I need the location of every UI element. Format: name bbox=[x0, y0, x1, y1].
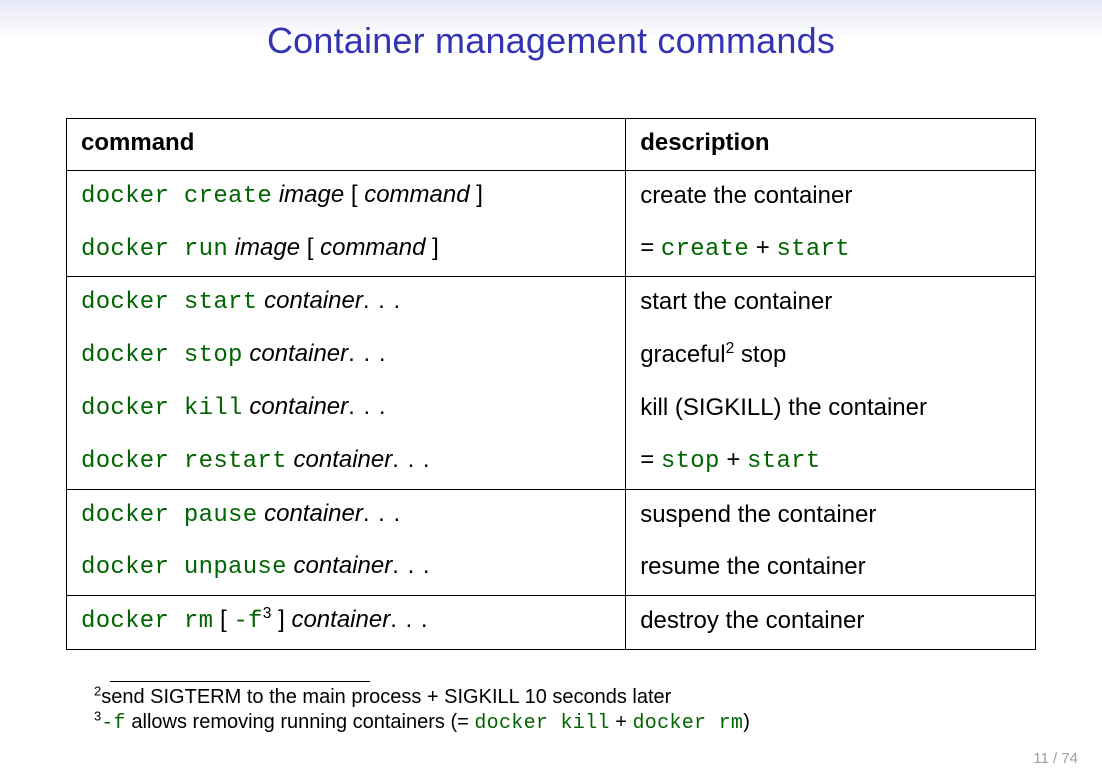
col-header-description: description bbox=[626, 119, 1036, 171]
description-cell: destroy the container bbox=[626, 596, 1036, 650]
footnote-rule bbox=[110, 681, 370, 682]
description-cell: kill (SIGKILL) the container bbox=[626, 383, 1036, 436]
table-row: docker run image [ command ]= create + s… bbox=[67, 224, 1036, 277]
command-cell: docker kill container. . . bbox=[67, 383, 626, 436]
page-number: 11 / 74 bbox=[1033, 750, 1078, 767]
table-row: docker start container. . .start the con… bbox=[67, 277, 1036, 330]
slide-title: Container management commands bbox=[60, 20, 1042, 62]
table-row: docker rm [ -f3 ] container. . .destroy … bbox=[67, 596, 1036, 650]
table-row: docker kill container. . .kill (SIGKILL)… bbox=[67, 383, 1036, 436]
table-row: docker pause container. . .suspend the c… bbox=[67, 489, 1036, 542]
command-cell: docker rm [ -f3 ] container. . . bbox=[67, 596, 626, 650]
command-cell: docker create image [ command ] bbox=[67, 170, 626, 223]
command-cell: docker run image [ command ] bbox=[67, 224, 626, 277]
command-cell: docker restart container. . . bbox=[67, 436, 626, 489]
command-cell: docker pause container. . . bbox=[67, 489, 626, 542]
description-cell: graceful2 stop bbox=[626, 330, 1036, 383]
description-cell: = create + start bbox=[626, 224, 1036, 277]
command-cell: docker stop container. . . bbox=[67, 330, 626, 383]
col-header-command: command bbox=[67, 119, 626, 171]
command-cell: docker unpause container. . . bbox=[67, 542, 626, 595]
table-row: docker restart container. . .= stop + st… bbox=[67, 436, 1036, 489]
command-cell: docker start container. . . bbox=[67, 277, 626, 330]
table-row: docker unpause container. . .resume the … bbox=[67, 542, 1036, 595]
table-row: docker create image [ command ]create th… bbox=[67, 170, 1036, 223]
description-cell: start the container bbox=[626, 277, 1036, 330]
description-cell: resume the container bbox=[626, 542, 1036, 595]
footnotes: 2send SIGTERM to the main process + SIGK… bbox=[70, 681, 1042, 737]
footnote-2: 2send SIGTERM to the main process + SIGK… bbox=[70, 686, 1042, 709]
description-cell: = stop + start bbox=[626, 436, 1036, 489]
table-row: docker stop container. . .graceful2 stop bbox=[67, 330, 1036, 383]
description-cell: suspend the container bbox=[626, 489, 1036, 542]
commands-table: command description docker create image … bbox=[66, 118, 1036, 650]
description-cell: create the container bbox=[626, 170, 1036, 223]
footnote-3: 3-f allows removing running containers (… bbox=[70, 711, 1042, 735]
